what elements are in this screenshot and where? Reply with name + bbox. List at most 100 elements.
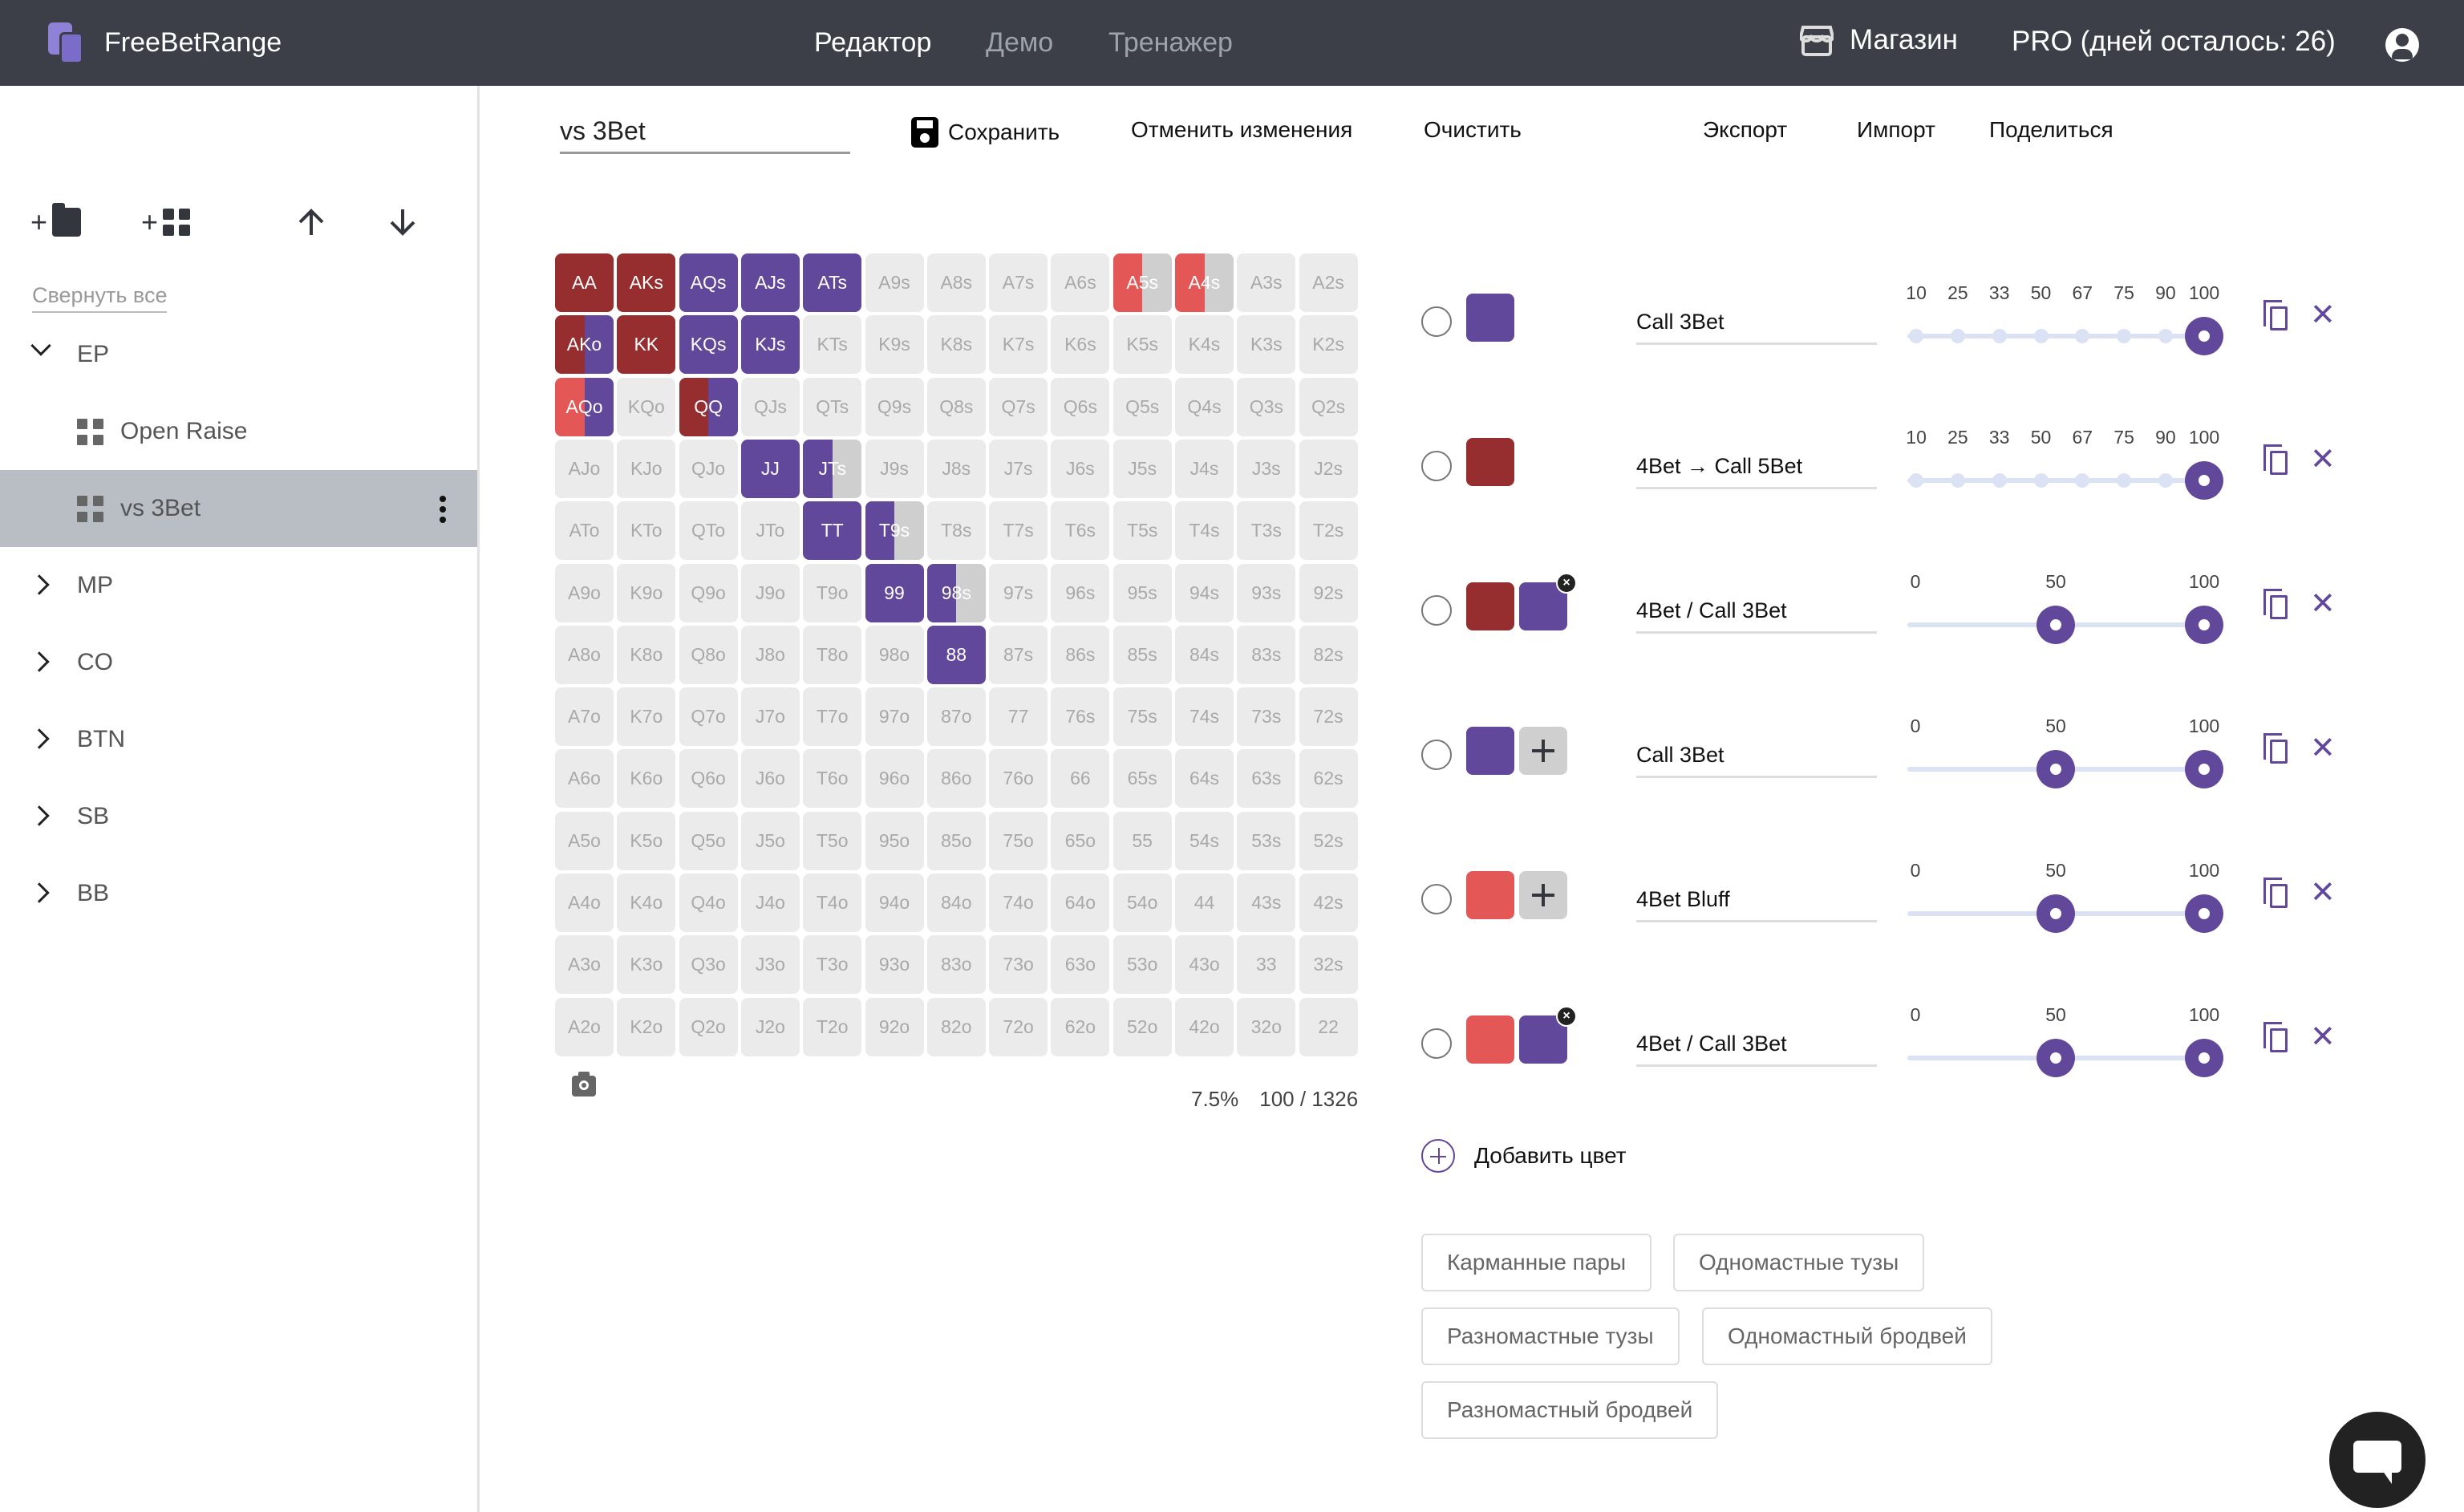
hand-cell-65s[interactable]: 65s — [1112, 749, 1172, 809]
tree-folder-sb[interactable]: SB — [0, 778, 477, 855]
tree-folder-ep[interactable]: EP — [0, 316, 477, 393]
color-name-input[interactable] — [1636, 879, 1877, 922]
hand-cell-75o[interactable]: 75o — [989, 811, 1048, 870]
color-swatch-darkred[interactable] — [1466, 582, 1514, 630]
hand-cell-A9o[interactable]: A9o — [555, 563, 614, 622]
hand-cell-T3s[interactable]: T3s — [1237, 501, 1296, 561]
hand-cell-QJs[interactable]: QJs — [740, 377, 800, 436]
hand-cell-A8o[interactable]: A8o — [555, 625, 614, 684]
hand-cell-T2o[interactable]: T2o — [803, 997, 862, 1056]
hand-cell-AJo[interactable]: AJo — [555, 439, 614, 498]
hand-cell-T8s[interactable]: T8s — [926, 501, 986, 561]
slider-thumb[interactable] — [2036, 750, 2075, 788]
hand-cell-T9o[interactable]: T9o — [803, 563, 862, 622]
hand-cell-KQo[interactable]: KQo — [617, 377, 676, 436]
hand-cell-ATs[interactable]: ATs — [803, 253, 862, 312]
export-button[interactable]: Экспорт — [1703, 117, 1787, 143]
hand-cell-72s[interactable]: 72s — [1299, 687, 1358, 747]
hand-cell-K4s[interactable]: K4s — [1175, 315, 1234, 375]
close-icon[interactable]: ✕ — [2310, 297, 2336, 333]
frequency-slider[interactable]: 10 25 33 50 67 75 90 100 — [1906, 265, 2223, 377]
hand-cell-K7o[interactable]: K7o — [617, 687, 676, 747]
slider-tick[interactable] — [2075, 329, 2090, 343]
slider-tick[interactable] — [1992, 473, 2007, 488]
hand-cell-J2o[interactable]: J2o — [740, 997, 800, 1056]
slider-tick[interactable] — [1950, 473, 1965, 488]
hand-cell-K6o[interactable]: K6o — [617, 749, 676, 809]
slider-tick[interactable] — [2033, 329, 2049, 343]
hand-cell-K3o[interactable]: K3o — [617, 935, 676, 995]
preset-offsuit-aces[interactable]: Разномастные тузы — [1421, 1307, 1680, 1365]
color-name-input[interactable] — [1636, 590, 1877, 634]
camera-icon[interactable] — [572, 1072, 596, 1097]
nav-editor[interactable]: Редактор — [814, 27, 931, 59]
color-swatch-darkred[interactable] — [1466, 438, 1514, 486]
hand-cell-Q8o[interactable]: Q8o — [679, 625, 738, 684]
hand-cell-Q2s[interactable]: Q2s — [1299, 377, 1358, 436]
hand-cell-96o[interactable]: 96o — [865, 749, 924, 809]
hand-cell-JTs[interactable]: JTs — [803, 439, 862, 498]
hand-cell-86o[interactable]: 86o — [926, 749, 986, 809]
hand-cell-A3o[interactable]: A3o — [555, 935, 614, 995]
copy-icon[interactable] — [2263, 1022, 2289, 1054]
hand-cell-T7o[interactable]: T7o — [803, 687, 862, 747]
hand-cell-85o[interactable]: 85o — [926, 811, 986, 870]
hand-cell-63s[interactable]: 63s — [1237, 749, 1296, 809]
hand-cell-53s[interactable]: 53s — [1237, 811, 1296, 870]
hand-cell-Q9s[interactable]: Q9s — [865, 377, 924, 436]
hand-cell-T9s[interactable]: T9s — [865, 501, 924, 561]
shop-link[interactable]: Магазин — [1800, 24, 1958, 56]
frequency-slider[interactable]: 0 50 100 — [1907, 553, 2223, 666]
hand-cell-J5s[interactable]: J5s — [1112, 439, 1172, 498]
hand-cell-98s[interactable]: 98s — [926, 563, 986, 622]
hand-cell-K5s[interactable]: K5s — [1112, 315, 1172, 375]
hand-cell-K6s[interactable]: K6s — [1051, 315, 1110, 375]
copy-icon[interactable] — [2263, 444, 2289, 476]
hand-cell-52o[interactable]: 52o — [1112, 997, 1172, 1056]
hand-cell-73s[interactable]: 73s — [1237, 687, 1296, 747]
tree-range-vs-3bet[interactable]: vs 3Bet — [0, 470, 477, 547]
hand-cell-93o[interactable]: 93o — [865, 935, 924, 995]
hand-cell-AQs[interactable]: AQs — [679, 253, 738, 312]
hand-cell-K7s[interactable]: K7s — [989, 315, 1048, 375]
slider-tick[interactable] — [2158, 329, 2173, 343]
hand-cell-Q5s[interactable]: Q5s — [1112, 377, 1172, 436]
hand-cell-Q5o[interactable]: Q5o — [679, 811, 738, 870]
close-icon[interactable]: ✕ — [2310, 874, 2336, 910]
hand-cell-Q3o[interactable]: Q3o — [679, 935, 738, 995]
hand-cell-AQo[interactable]: AQo — [555, 377, 614, 436]
preset-suited-broadway[interactable]: Одномастный бродвей — [1702, 1307, 1992, 1365]
select-color-radio[interactable] — [1421, 884, 1452, 914]
tree-folder-btn[interactable]: BTN — [0, 701, 477, 778]
tree-folder-bb[interactable]: BB — [0, 855, 477, 932]
hand-cell-84s[interactable]: 84s — [1175, 625, 1234, 684]
clear-button[interactable]: Очистить — [1424, 117, 1522, 143]
hand-cell-J4s[interactable]: J4s — [1175, 439, 1234, 498]
hand-cell-T4s[interactable]: T4s — [1175, 501, 1234, 561]
hand-cell-A7o[interactable]: A7o — [555, 687, 614, 747]
account-icon[interactable] — [2385, 28, 2419, 62]
remove-swatch-icon[interactable]: × — [1556, 573, 1577, 594]
hand-cell-T7s[interactable]: T7s — [989, 501, 1048, 561]
hand-cell-Q9o[interactable]: Q9o — [679, 563, 738, 622]
hand-cell-Q4o[interactable]: Q4o — [679, 874, 738, 932]
hand-cell-AJs[interactable]: AJs — [740, 253, 800, 312]
hand-cell-62o[interactable]: 62o — [1051, 997, 1110, 1056]
more-vert-icon[interactable] — [440, 496, 446, 523]
hand-cell-K5o[interactable]: K5o — [617, 811, 676, 870]
hand-cell-55[interactable]: 55 — [1112, 811, 1172, 870]
hand-cell-64o[interactable]: 64o — [1051, 874, 1110, 932]
brand-name[interactable]: FreeBetRange — [104, 27, 282, 59]
color-name-input[interactable] — [1636, 302, 1877, 345]
select-color-radio[interactable] — [1421, 1028, 1452, 1059]
hand-cell-AKs[interactable]: AKs — [617, 253, 676, 312]
close-icon[interactable]: ✕ — [2310, 1019, 2336, 1055]
hand-cell-94o[interactable]: 94o — [865, 874, 924, 932]
hand-cell-QQ[interactable]: QQ — [679, 377, 738, 436]
hand-cell-J7o[interactable]: J7o — [740, 687, 800, 747]
add-swatch-button[interactable] — [1519, 871, 1567, 919]
slider-tick[interactable] — [2158, 473, 2173, 488]
hand-cell-KJs[interactable]: KJs — [740, 315, 800, 375]
add-swatch-button[interactable] — [1519, 727, 1567, 775]
slider-thumb[interactable] — [2185, 894, 2223, 933]
